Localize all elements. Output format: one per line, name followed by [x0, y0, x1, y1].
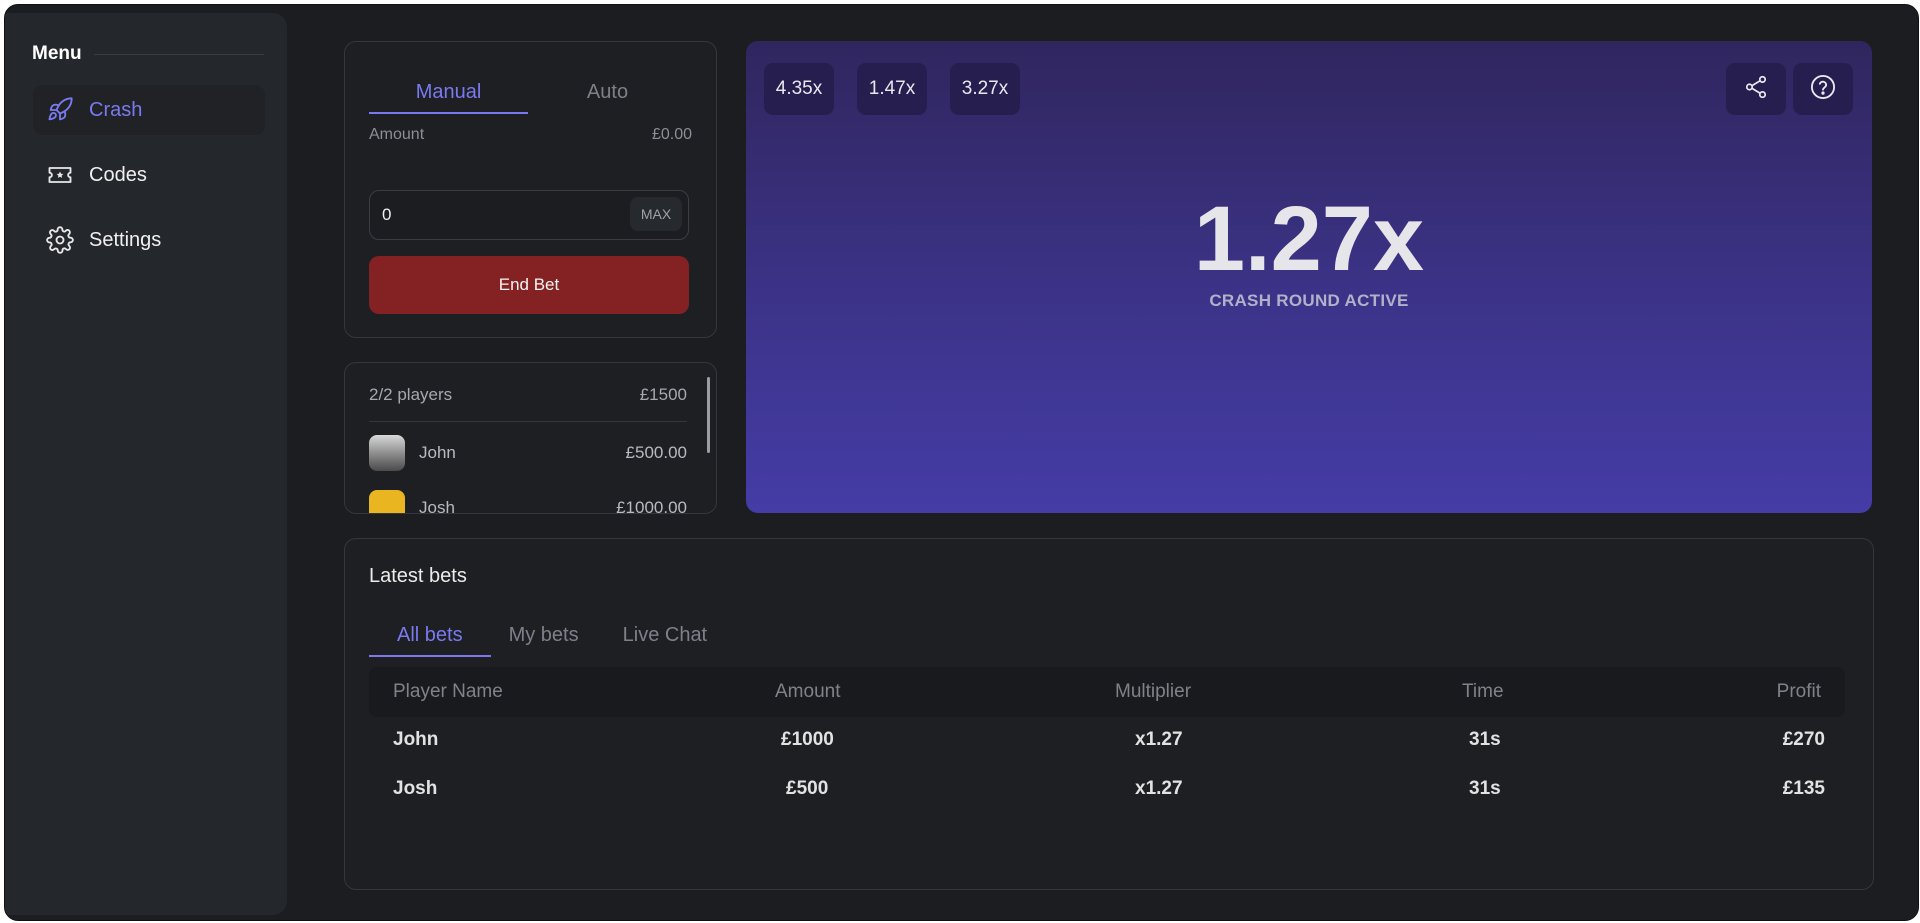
menu-title: Menu — [32, 43, 82, 64]
player-amount: £1000.00 — [616, 498, 687, 514]
divider — [369, 421, 687, 422]
bet-profit: £270 — [1782, 729, 1825, 750]
round-status: CRASH ROUND ACTIVE — [1209, 291, 1409, 310]
player-row: John £500.00 — [369, 433, 687, 473]
bet-time: 31s — [1469, 778, 1501, 799]
end-bet-button[interactable]: End Bet — [369, 256, 689, 314]
tab-all-bets[interactable]: All bets — [369, 615, 491, 657]
tab-live-chat[interactable]: Live Chat — [623, 615, 722, 655]
bet-player: John — [393, 729, 439, 750]
tab-my-bets[interactable]: My bets — [509, 615, 593, 655]
current-multiplier: 1.27x — [1193, 188, 1425, 290]
share-button[interactable] — [1726, 63, 1786, 115]
player-name: John — [419, 443, 456, 462]
history-chip[interactable]: 3.27x — [950, 63, 1020, 115]
players-total: £1500 — [639, 385, 687, 404]
menu-header: Menu — [32, 43, 264, 65]
column-header: Amount — [775, 681, 841, 702]
sidebar-item-label: Settings — [89, 228, 162, 251]
amount-label: Amount — [369, 126, 425, 143]
bet-panel: Manual Auto Amount £0.00 MAX End Bet — [344, 41, 717, 338]
rocket-icon — [45, 95, 75, 125]
ticket-icon — [45, 160, 75, 190]
help-button[interactable] — [1793, 63, 1853, 115]
players-scrollbar[interactable] — [707, 377, 710, 453]
players-header: 2/2 players £1500 — [369, 385, 687, 405]
sidebar-item-label: Codes — [89, 163, 147, 186]
menu-divider — [93, 53, 264, 55]
bets-tabs: All bets My bets Live Chat — [369, 615, 751, 657]
app-window: Menu Crash Codes Settings Manual Auto Am… — [4, 4, 1919, 921]
sidebar-item-crash[interactable]: Crash — [33, 85, 265, 135]
bets-table-header: Player Name Amount Multiplier Time Profi… — [369, 667, 1845, 717]
amount-field: MAX — [369, 190, 689, 240]
amount-input[interactable] — [380, 191, 614, 239]
gear-icon — [45, 225, 75, 255]
bet-time: 31s — [1469, 729, 1501, 750]
sidebar-item-codes[interactable]: Codes — [33, 150, 265, 200]
crash-game-area: 4.35x 1.47x 3.27x 1.27x CRASH ROUND ACTI… — [746, 41, 1872, 513]
bet-player: Josh — [393, 778, 438, 799]
amount-balance: £0.00 — [651, 126, 692, 143]
bet-mode-tabs: Manual Auto — [369, 72, 687, 114]
bet-multiplier: x1.27 — [1135, 729, 1183, 750]
avatar — [369, 490, 405, 513]
player-row: Josh £1000.00 — [369, 488, 687, 514]
bet-multiplier: x1.27 — [1135, 778, 1183, 799]
help-icon — [1809, 73, 1837, 106]
tab-auto[interactable]: Auto — [528, 72, 687, 112]
latest-bets-title: Latest bets — [369, 565, 467, 587]
column-header: Player Name — [393, 681, 503, 702]
player-name: Josh — [419, 498, 455, 514]
history-chip[interactable]: 1.47x — [857, 63, 927, 115]
column-header: Multiplier — [1115, 681, 1192, 702]
bet-amount: £500 — [786, 778, 829, 799]
column-header: Time — [1462, 681, 1504, 702]
player-amount: £500.00 — [625, 443, 687, 462]
sidebar-item-settings[interactable]: Settings — [33, 215, 265, 265]
bet-profit: £135 — [1782, 778, 1825, 799]
share-icon — [1743, 74, 1769, 105]
players-count: 2/2 players — [369, 385, 453, 404]
sidebar-item-label: Crash — [89, 98, 143, 121]
latest-bets-panel: Latest bets All bets My bets Live Chat P… — [344, 538, 1874, 890]
tab-manual[interactable]: Manual — [369, 72, 528, 114]
history-chip[interactable]: 4.35x — [764, 63, 834, 115]
players-panel: 2/2 players £1500 John £500.00 Josh £100… — [344, 362, 717, 514]
column-header: Profit — [1776, 681, 1821, 702]
bet-amount: £1000 — [781, 729, 834, 750]
sidebar: Menu Crash Codes Settings — [5, 13, 287, 915]
avatar — [369, 435, 405, 471]
max-button[interactable]: MAX — [630, 197, 682, 231]
